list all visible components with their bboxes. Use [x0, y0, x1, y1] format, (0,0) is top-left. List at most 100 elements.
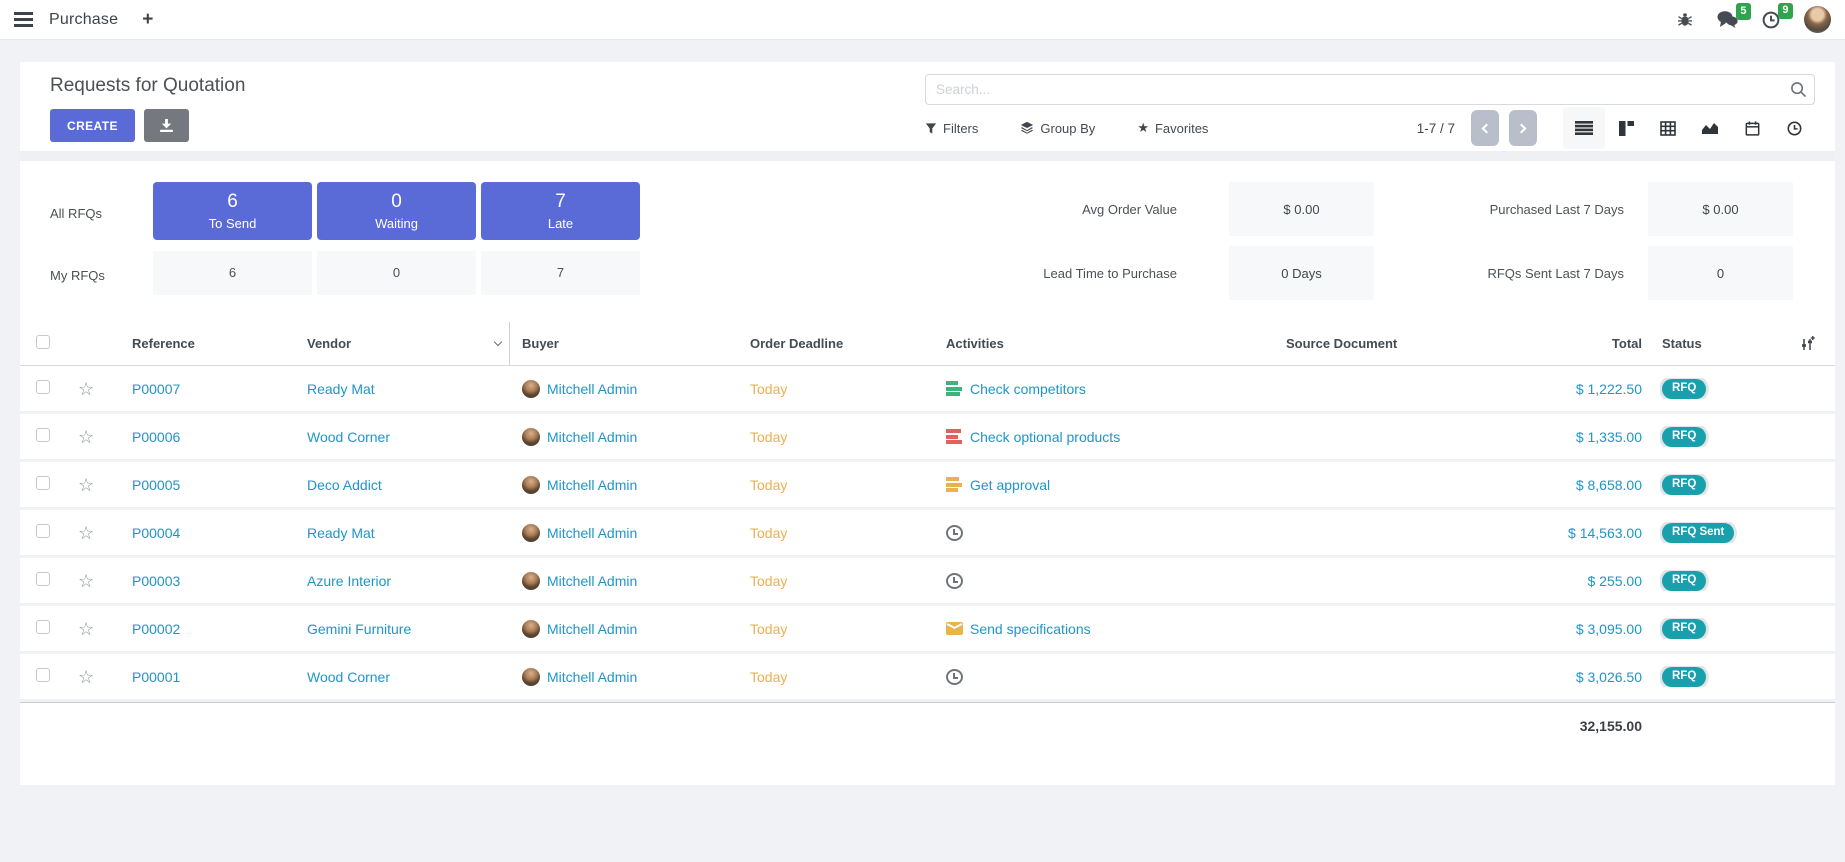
reference-link[interactable]: P00001: [132, 669, 180, 685]
sort-chevron-icon: [494, 338, 502, 346]
view-pivot-button[interactable]: [1647, 107, 1689, 149]
reference-link[interactable]: P00007: [132, 381, 180, 397]
table-row[interactable]: ☆ P00004 Ready Mat Mitchell Admin Today …: [20, 510, 1835, 558]
favorite-star-icon[interactable]: ☆: [78, 428, 94, 446]
activity-clock-icon[interactable]: [946, 573, 963, 589]
reference-link[interactable]: P00003: [132, 573, 180, 589]
content-card: Requests for Quotation CREATE Filters: [20, 62, 1835, 785]
user-avatar[interactable]: [1804, 6, 1831, 33]
filter-funnel-icon: [925, 122, 937, 135]
messages-icon[interactable]: 5: [1717, 11, 1738, 28]
kpi-late-button[interactable]: 7 Late: [481, 182, 640, 240]
table-header: Reference Vendor Buyer Order Deadline Ac…: [20, 322, 1835, 366]
header-source-document[interactable]: Source Document: [1260, 336, 1520, 351]
my-late-cell[interactable]: 7: [481, 251, 640, 295]
header-activities[interactable]: Activities: [930, 336, 1260, 351]
view-activity-button[interactable]: [1773, 107, 1815, 149]
activity-link[interactable]: Get approval: [970, 477, 1050, 493]
header-total[interactable]: Total: [1520, 336, 1660, 351]
row-checkbox[interactable]: [36, 620, 50, 634]
table-row[interactable]: ☆ P00005 Deco Addict Mitchell Admin Toda…: [20, 462, 1835, 510]
kpi-to-send-button[interactable]: 6 To Send: [153, 182, 312, 240]
kpi-waiting-button[interactable]: 0 Waiting: [317, 182, 476, 240]
buyer-link[interactable]: Mitchell Admin: [547, 669, 637, 685]
reference-link[interactable]: P00006: [132, 429, 180, 445]
buyer-link[interactable]: Mitchell Admin: [547, 621, 637, 637]
row-checkbox[interactable]: [36, 428, 50, 442]
buyer-link[interactable]: Mitchell Admin: [547, 573, 637, 589]
filters-dropdown[interactable]: Filters: [925, 121, 978, 136]
optional-columns-button[interactable]: [1800, 336, 1835, 351]
vendor-link[interactable]: Wood Corner: [307, 429, 390, 445]
favorite-star-icon[interactable]: ☆: [78, 668, 94, 686]
view-list-button[interactable]: [1563, 107, 1605, 149]
favorites-dropdown[interactable]: ★ Favorites: [1137, 120, 1208, 136]
row-checkbox[interactable]: [36, 524, 50, 538]
favorite-star-icon[interactable]: ☆: [78, 524, 94, 542]
export-button[interactable]: [144, 109, 189, 142]
table-row[interactable]: ☆ P00006 Wood Corner Mitchell Admin Toda…: [20, 414, 1835, 462]
reference-link[interactable]: P00005: [132, 477, 180, 493]
page-title: Requests for Quotation: [50, 75, 925, 97]
vendor-link[interactable]: Azure Interior: [307, 573, 391, 589]
search-input[interactable]: [925, 74, 1815, 105]
buyer-link[interactable]: Mitchell Admin: [547, 429, 637, 445]
buyer-link[interactable]: Mitchell Admin: [547, 477, 637, 493]
reference-link[interactable]: P00004: [132, 525, 180, 541]
vendor-link[interactable]: Ready Mat: [307, 525, 375, 541]
activity-link[interactable]: Send specifications: [970, 621, 1091, 637]
activities-clock-icon[interactable]: 9: [1762, 11, 1780, 29]
search-icon[interactable]: [1790, 81, 1807, 103]
pager-next-button[interactable]: [1509, 110, 1537, 146]
purchased-last-7-days: $ 0.00: [1648, 182, 1793, 236]
view-graph-button[interactable]: [1689, 107, 1731, 149]
buyer-link[interactable]: Mitchell Admin: [547, 525, 637, 541]
my-to-send-cell[interactable]: 6: [153, 251, 312, 295]
favorite-star-icon[interactable]: ☆: [78, 476, 94, 494]
apps-menu-icon[interactable]: [14, 18, 33, 20]
activity-clock-icon[interactable]: [946, 669, 963, 685]
activity-envelope-icon[interactable]: [946, 622, 963, 635]
header-status[interactable]: Status: [1660, 336, 1800, 351]
my-waiting-cell[interactable]: 0: [317, 251, 476, 295]
activity-icon[interactable]: [946, 429, 963, 444]
vendor-link[interactable]: Wood Corner: [307, 669, 390, 685]
row-checkbox[interactable]: [36, 380, 50, 394]
row-checkbox[interactable]: [36, 572, 50, 586]
favorite-star-icon[interactable]: ☆: [78, 620, 94, 638]
view-kanban-button[interactable]: [1605, 107, 1647, 149]
header-vendor[interactable]: Vendor: [295, 322, 510, 365]
header-reference[interactable]: Reference: [120, 336, 295, 351]
reference-link[interactable]: P00002: [132, 621, 180, 637]
status-badge: RFQ: [1662, 667, 1706, 687]
activity-icon[interactable]: [946, 381, 963, 396]
table-row[interactable]: ☆ P00001 Wood Corner Mitchell Admin Toda…: [20, 654, 1835, 702]
group-by-dropdown[interactable]: Group By: [1020, 121, 1095, 136]
debug-bug-icon[interactable]: [1677, 12, 1693, 27]
activity-link[interactable]: Check competitors: [970, 381, 1086, 397]
vendor-link[interactable]: Deco Addict: [307, 477, 382, 493]
header-order-deadline[interactable]: Order Deadline: [732, 336, 930, 351]
select-all-checkbox[interactable]: [36, 335, 50, 349]
table-row[interactable]: ☆ P00003 Azure Interior Mitchell Admin T…: [20, 558, 1835, 606]
view-calendar-button[interactable]: [1731, 107, 1773, 149]
vendor-link[interactable]: Ready Mat: [307, 381, 375, 397]
activity-icon[interactable]: [946, 477, 963, 492]
buyer-link[interactable]: Mitchell Admin: [547, 381, 637, 397]
table-row[interactable]: ☆ P00002 Gemini Furniture Mitchell Admin…: [20, 606, 1835, 654]
order-deadline: Today: [732, 669, 930, 685]
vendor-link[interactable]: Gemini Furniture: [307, 621, 411, 637]
rfqs-sent-last-7-days: 0: [1648, 246, 1793, 300]
pager-previous-button[interactable]: [1471, 110, 1499, 146]
add-tab-icon[interactable]: +: [142, 9, 153, 31]
activity-link[interactable]: Check optional products: [970, 429, 1120, 445]
row-checkbox[interactable]: [36, 476, 50, 490]
row-checkbox[interactable]: [36, 668, 50, 682]
favorite-star-icon[interactable]: ☆: [78, 380, 94, 398]
favorite-star-icon[interactable]: ☆: [78, 572, 94, 590]
create-button[interactable]: CREATE: [50, 109, 135, 142]
activity-clock-icon[interactable]: [946, 525, 963, 541]
app-name[interactable]: Purchase: [49, 11, 118, 29]
header-buyer[interactable]: Buyer: [510, 336, 732, 351]
table-row[interactable]: ☆ P00007 Ready Mat Mitchell Admin Today …: [20, 366, 1835, 414]
